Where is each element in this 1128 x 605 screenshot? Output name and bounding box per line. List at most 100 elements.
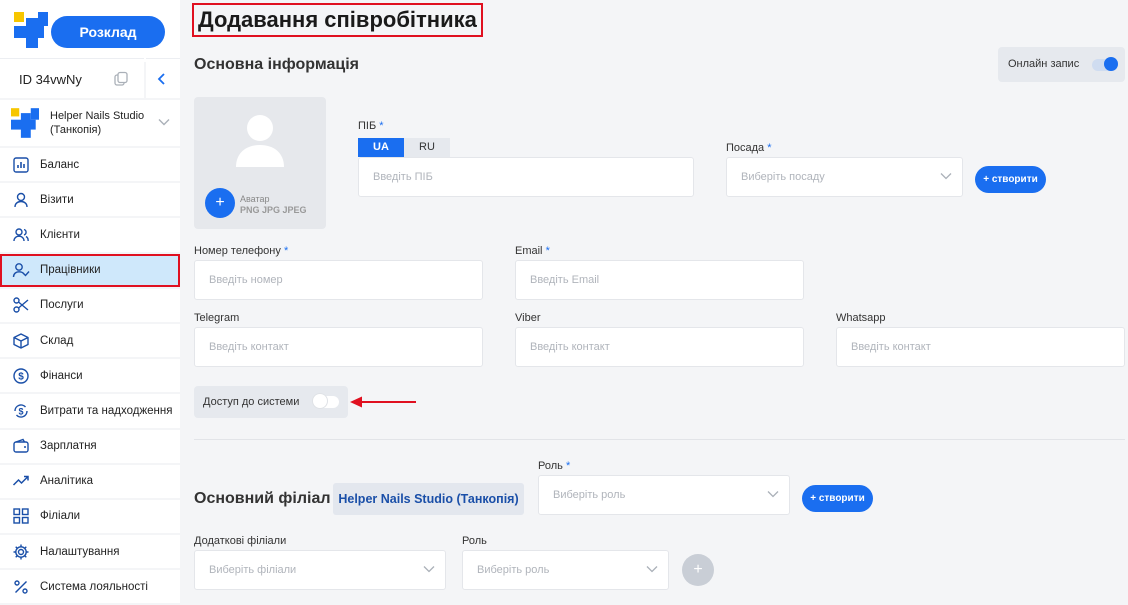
extra-branches-placeholder: Виберіть філіали	[209, 564, 297, 576]
system-access-toggle[interactable]	[313, 394, 339, 408]
email-placeholder: Введіть Email	[530, 274, 600, 286]
sidebar-item-label: Візити	[40, 193, 74, 206]
phone-input[interactable]: Введіть номер	[194, 260, 483, 300]
role-select[interactable]: Виберіть роль	[538, 475, 790, 515]
studio-logo	[11, 108, 39, 138]
annotation-arrow-icon	[350, 396, 416, 408]
chevron-down-icon	[646, 566, 658, 573]
required-mark: *	[767, 142, 772, 154]
sidebar-item-label: Аналітика	[40, 475, 94, 488]
role-label: Роль *	[538, 460, 570, 472]
name-placeholder: Введіть ПІБ	[373, 171, 433, 183]
create-role-button[interactable]: + створити	[802, 485, 873, 512]
sidebar-item-label: Система лояльності	[40, 580, 148, 593]
required-mark: *	[565, 460, 571, 472]
extra-role-select[interactable]: Виберіть роль	[462, 550, 669, 590]
phone-label-text: Номер телефону	[194, 245, 281, 257]
page-title: Додавання співробітника	[192, 3, 483, 37]
avatar-hint: Аватар PNG JPG JPEG	[240, 194, 307, 216]
user-check-icon	[12, 261, 30, 279]
chevron-down-icon	[158, 119, 170, 126]
user-icon	[12, 191, 30, 209]
tab-ua[interactable]: UA	[358, 138, 404, 157]
sidebar-item-expenses-income[interactable]: $ Витрати та надходження	[0, 394, 180, 428]
position-label: Посада *	[726, 142, 772, 154]
chevron-down-icon	[767, 491, 779, 498]
telegram-label: Telegram	[194, 312, 240, 324]
name-label-text: ПІБ	[358, 120, 377, 132]
collapse-sidebar-button[interactable]	[146, 58, 180, 98]
sidebar: Розклад ID 34vwNy Helper Nails Studio (Т…	[0, 0, 180, 604]
email-input[interactable]: Введіть Email	[515, 260, 804, 300]
sidebar-item-label: Зарплатня	[40, 440, 97, 453]
system-access-toggle-box[interactable]: Доступ до системи	[194, 386, 348, 418]
position-placeholder: Виберіть посаду	[741, 171, 825, 183]
avatar-upload[interactable]: + Аватар PNG JPG JPEG	[194, 97, 326, 229]
online-booking-toggle[interactable]	[1092, 57, 1118, 71]
required-mark: *	[283, 245, 289, 257]
chevron-down-icon	[423, 566, 435, 573]
svg-text:$: $	[18, 406, 23, 416]
viber-input[interactable]: Введіть контакт	[515, 327, 804, 367]
extra-role-placeholder: Виберіть роль	[477, 564, 550, 576]
sidebar-item-branches[interactable]: Філіали	[0, 499, 180, 534]
sidebar-item-label: Клієнти	[40, 228, 80, 241]
sidebar-item-label: Філіали	[40, 510, 81, 523]
role-label-text: Роль	[538, 460, 563, 472]
main-branch-title: Основний філіал	[194, 490, 331, 507]
add-branch-button[interactable]: +	[682, 554, 714, 586]
online-booking-toggle-box[interactable]: Онлайн запис	[998, 47, 1125, 82]
toggle-knob	[1104, 57, 1118, 71]
sidebar-item-salary[interactable]: Зарплатня	[0, 429, 180, 463]
sidebar-item-balance[interactable]: Баланс	[0, 148, 180, 182]
copy-icon[interactable]	[113, 71, 129, 87]
create-position-button[interactable]: + створити	[975, 166, 1046, 193]
grid-icon	[12, 507, 30, 525]
sidebar-item-visits[interactable]: Візити	[0, 183, 180, 217]
sidebar-item-finances[interactable]: $ Фінанси	[0, 359, 180, 393]
extra-branches-select[interactable]: Виберіть філіали	[194, 550, 446, 590]
sidebar-item-label: Послуги	[40, 299, 84, 312]
box-icon	[12, 332, 30, 350]
account-id: ID 34vwNy	[19, 72, 82, 87]
email-label: Email *	[515, 245, 550, 257]
system-access-label: Доступ до системи	[203, 396, 300, 408]
scissors-icon	[12, 296, 30, 314]
schedule-button[interactable]: Розклад	[51, 16, 165, 48]
add-avatar-button[interactable]: +	[205, 188, 235, 218]
chevron-left-icon	[157, 73, 165, 85]
avatar-placeholder-icon	[236, 115, 284, 167]
telegram-input[interactable]: Введіть контакт	[194, 327, 483, 367]
main-content: Додавання співробітника Основна інформац…	[180, 0, 1128, 600]
studio-selector[interactable]: Helper Nails Studio (Танкопія)	[0, 100, 180, 146]
dollar-icon: $	[12, 367, 30, 385]
email-label-text: Email	[515, 245, 543, 257]
sidebar-item-analytics[interactable]: Аналітика	[0, 464, 180, 498]
sidebar-item-settings[interactable]: Налаштування	[0, 535, 180, 569]
chart-icon	[12, 156, 30, 174]
sidebar-item-loyalty[interactable]: Система лояльності	[0, 570, 180, 604]
users-icon	[12, 226, 30, 244]
studio-name: Helper Nails Studio (Танкопія)	[50, 110, 145, 136]
app-logo[interactable]	[14, 12, 48, 48]
svg-text:$: $	[18, 371, 24, 382]
sidebar-item-label: Баланс	[40, 158, 80, 171]
sidebar-item-employees[interactable]: Працівники	[0, 253, 180, 287]
basic-info-title: Основна інформація	[194, 56, 359, 73]
extra-branches-label: Додаткові філіали	[194, 535, 287, 547]
tab-ru[interactable]: RU	[404, 138, 450, 157]
position-select[interactable]: Виберіть посаду	[726, 157, 963, 197]
sidebar-item-clients[interactable]: Клієнти	[0, 218, 180, 252]
sidebar-item-label: Фінанси	[40, 369, 83, 382]
account-id-box: ID 34vwNy	[0, 58, 144, 98]
sidebar-item-warehouse[interactable]: Склад	[0, 323, 180, 358]
sidebar-item-services[interactable]: Послуги	[0, 288, 180, 322]
trend-icon	[12, 472, 30, 490]
wallet-icon	[12, 437, 30, 455]
online-booking-label: Онлайн запис	[1008, 58, 1080, 70]
name-input[interactable]: Введіть ПІБ	[358, 157, 694, 197]
extra-role-label: Роль	[462, 535, 487, 547]
telegram-placeholder: Введіть контакт	[209, 341, 289, 353]
position-label-text: Посада	[726, 142, 765, 154]
whatsapp-input[interactable]: Введіть контакт	[836, 327, 1125, 367]
